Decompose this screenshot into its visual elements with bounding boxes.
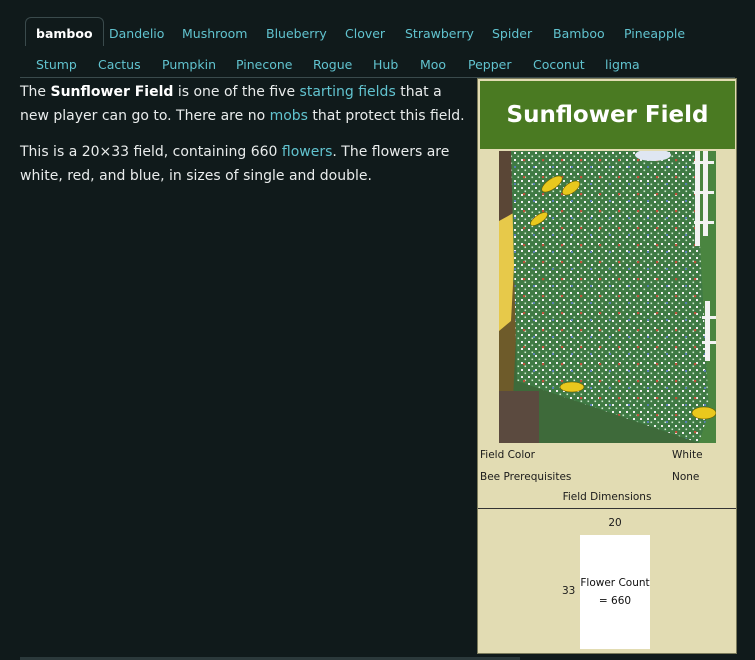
tab-rogue[interactable]: Rogue [313, 57, 352, 72]
text: This is a 20×33 field, containing 660 [20, 144, 282, 160]
dimensions-divider [478, 508, 736, 509]
tab-moo[interactable]: Moo [420, 57, 446, 72]
article-body: The Sunflower Field is one of the five s… [20, 80, 465, 200]
field-color-label: Field Color [480, 449, 535, 461]
tab-bamboo-active[interactable]: bamboo [25, 17, 104, 46]
field-screenshot-image [499, 151, 716, 443]
starting-fields-link[interactable]: starting fields [300, 84, 396, 100]
tab-bamboo[interactable]: Bamboo [553, 26, 605, 41]
tab-cactus[interactable]: Cactus [98, 57, 141, 72]
tab-pumpkin[interactable]: Pumpkin [162, 57, 216, 72]
tab-blueberry[interactable]: Blueberry [266, 26, 327, 41]
field-color-value: White [672, 449, 703, 461]
flower-count-label: Flower Count [580, 577, 650, 589]
field-tabs: bamboo Dandelio Mushroom Blueberry Clove… [0, 0, 755, 80]
tab-ligma[interactable]: ligma [605, 57, 640, 72]
field-height: 33 [562, 585, 576, 597]
field-dimensions-header: Field Dimensions [562, 491, 652, 503]
tab-pepper[interactable]: Pepper [468, 57, 511, 72]
flower-count-box: Flower Count = 660 [580, 535, 650, 649]
tab-dandelio[interactable]: Dandelio [109, 26, 164, 41]
intro-paragraph: The Sunflower Field is one of the five s… [20, 80, 465, 128]
tab-coconut[interactable]: Coconut [533, 57, 585, 72]
flower-count-value: = 660 [598, 595, 632, 607]
text: The [20, 84, 51, 100]
bee-prerequisites-label: Bee Prerequisites [480, 471, 572, 483]
field-width: 20 [608, 517, 622, 529]
field-size-paragraph: This is a 20×33 field, containing 660 fl… [20, 140, 465, 188]
tab-strawberry[interactable]: Strawberry [405, 26, 474, 41]
flowers-link[interactable]: flowers [282, 144, 333, 160]
tab-spider[interactable]: Spider [492, 26, 532, 41]
tab-stump[interactable]: Stump [36, 57, 77, 72]
infobox-title: Sunflower Field [480, 81, 735, 149]
tab-mushroom[interactable]: Mushroom [182, 26, 247, 41]
tab-hub[interactable]: Hub [373, 57, 398, 72]
text: that protect this field. [307, 108, 465, 124]
mobs-link[interactable]: mobs [270, 108, 308, 124]
tab-clover[interactable]: Clover [345, 26, 385, 41]
tab-pinecone[interactable]: Pinecone [236, 57, 292, 72]
field-name-bold: Sunflower Field [50, 84, 174, 100]
tab-pineapple[interactable]: Pineapple [624, 26, 685, 41]
text: is one of the five [173, 84, 300, 100]
field-infobox: Sunflower Field Field Color White Bee Pr… [477, 78, 737, 654]
bee-prerequisites-value: None [672, 471, 700, 483]
